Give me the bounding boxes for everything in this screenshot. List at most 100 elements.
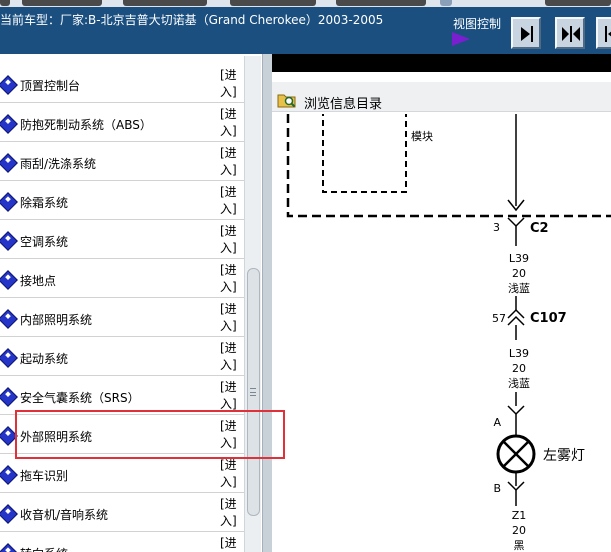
- wire-mid-circuit: L39: [509, 347, 529, 360]
- enter-link[interactable]: [进入]: [220, 184, 242, 218]
- wire-bottom-circuit: Z1: [512, 509, 527, 522]
- blue-diamond-icon: [0, 387, 18, 407]
- top-tab[interactable]: [0, 0, 10, 6]
- module-inner-outline: [322, 114, 407, 193]
- top-tab[interactable]: [230, 0, 316, 6]
- connector-c2-male-icon: [507, 217, 525, 228]
- top-tab[interactable]: [22, 0, 102, 6]
- system-list-item[interactable]: 接地点 [进入]: [0, 259, 244, 298]
- enter-link[interactable]: [进入]: [220, 301, 242, 335]
- lamp-pin-a: A: [493, 416, 501, 429]
- system-list-item[interactable]: 除霜系统 [进入]: [0, 181, 244, 220]
- top-tab[interactable]: [545, 0, 611, 6]
- system-list-item-label[interactable]: 空调系统: [20, 233, 68, 250]
- wire-bottom-gauge: 20: [512, 524, 526, 537]
- system-list-pane: 顶置控制台 [进入] 防抱死制动系统（ABS） [进入] 雨刮/洗涤系统 [进入] 除霜系统…: [0, 54, 262, 552]
- system-list-item[interactable]: 防抱死制动系统（ABS） [进入]: [0, 103, 244, 142]
- wire-mid-color: 浅蓝: [508, 377, 530, 390]
- module-label: 模块: [411, 130, 433, 143]
- blue-diamond-icon: [0, 75, 18, 95]
- system-list-item[interactable]: 安全气囊系统（SRS） [进入]: [0, 376, 244, 415]
- fog-lamp-label: 左雾灯: [543, 448, 585, 464]
- system-list-item-label[interactable]: 顶置控制台: [20, 77, 80, 94]
- connector-c107-pin: 57: [492, 312, 506, 325]
- lamp-pin-b: B: [493, 482, 501, 495]
- blue-diamond-icon: [0, 465, 18, 485]
- right-arrow-to-line-icon: [521, 26, 533, 42]
- system-list-item-label[interactable]: 接地点: [20, 272, 56, 289]
- enter-link[interactable]: [进入]: [220, 223, 242, 257]
- system-list-item-label[interactable]: 除霜系统: [20, 194, 68, 211]
- top-tab-strip: [0, 0, 611, 7]
- view-control-arrow-icon: [452, 32, 470, 46]
- wire-top-circuit: L39: [509, 252, 529, 265]
- connector-c107-name: C107: [530, 311, 567, 326]
- system-list-item-label[interactable]: 转向系统: [20, 545, 68, 552]
- top-tab[interactable]: [440, 0, 452, 6]
- blue-diamond-icon: [0, 348, 18, 368]
- left-arrow-from-line-icon: [605, 26, 611, 42]
- blue-diamond-icon: [0, 114, 18, 134]
- system-list-item-label[interactable]: 安全气囊系统（SRS）: [20, 389, 140, 406]
- system-list-item-label[interactable]: 内部照明系统: [20, 311, 92, 328]
- connector-c2-pin: 3: [493, 221, 500, 234]
- blue-diamond-icon: [0, 153, 18, 173]
- system-list-item-label[interactable]: 外部照明系统: [20, 428, 92, 445]
- viewer-toolbar: 浏览信息目录: [272, 82, 611, 112]
- enter-link[interactable]: [进入]: [220, 379, 242, 413]
- system-list-item-label[interactable]: 收音机/音响系统: [20, 506, 108, 523]
- enter-link[interactable]: [进入]: [220, 340, 242, 374]
- system-list-item[interactable]: 顶置控制台 [进入]: [0, 64, 244, 103]
- enter-link[interactable]: [进入]: [220, 145, 242, 179]
- view-control-label: 视图控制: [453, 17, 502, 31]
- blue-diamond-icon: [0, 270, 18, 290]
- blue-diamond-icon: [0, 543, 18, 552]
- wiring-diagram: 模块 3 C2 L39 20 浅蓝 57 C107 L39 20 浅蓝 A 左雾…: [286, 114, 611, 552]
- system-list-item[interactable]: 转向系统 [进入]: [0, 532, 244, 552]
- system-list-item-label[interactable]: 雨刮/洗涤系统: [20, 155, 96, 172]
- top-tab[interactable]: [336, 0, 426, 6]
- viewer-title-bar: [272, 54, 611, 72]
- system-list-item[interactable]: 空调系统 [进入]: [0, 220, 244, 259]
- top-tab[interactable]: [123, 0, 207, 6]
- connector-c2-name: C2: [530, 221, 549, 236]
- system-list-item[interactable]: 外部照明系统 [进入]: [0, 415, 244, 454]
- diagram-viewer-pane: 浏览信息目录 模块 3 C2 L39 20 浅蓝 57 C107 L39 20 …: [272, 54, 611, 552]
- view-button-split[interactable]: [555, 17, 585, 49]
- browse-catalog-label[interactable]: 浏览信息目录: [304, 93, 382, 112]
- system-list-item[interactable]: 拖车识别 [进入]: [0, 454, 244, 493]
- wire-top-color: 浅蓝: [508, 282, 530, 295]
- lamp-pin-a-connector-icon: [507, 405, 525, 416]
- module-outline: [286, 114, 611, 218]
- system-list-item[interactable]: 收音机/音响系统 [进入]: [0, 493, 244, 532]
- system-list-item-label[interactable]: 起动系统: [20, 350, 68, 367]
- left-right-arrows-icon: [562, 26, 580, 42]
- enter-link[interactable]: [进入]: [220, 496, 242, 530]
- view-button-expand-right[interactable]: [511, 17, 541, 49]
- wire-top-gauge: 20: [512, 267, 526, 280]
- view-button-expand-left[interactable]: [596, 17, 611, 49]
- enter-link[interactable]: [进入]: [220, 457, 242, 491]
- scrollbar-grip-icon: [250, 388, 256, 396]
- browse-catalog-icon[interactable]: [277, 91, 297, 109]
- system-list-item[interactable]: 雨刮/洗涤系统 [进入]: [0, 142, 244, 181]
- system-list-item[interactable]: 起动系统 [进入]: [0, 337, 244, 376]
- enter-link[interactable]: [进入]: [220, 106, 242, 140]
- system-list-item-label[interactable]: 拖车识别: [20, 467, 68, 484]
- blue-diamond-icon: [0, 426, 18, 446]
- system-list-item-label[interactable]: 防抱死制动系统（ABS）: [20, 116, 152, 133]
- blue-diamond-icon: [0, 309, 18, 329]
- pane-splitter[interactable]: [262, 54, 272, 552]
- enter-link[interactable]: [进入]: [220, 418, 242, 452]
- wire-mid-gauge: 20: [512, 362, 526, 375]
- blue-diamond-icon: [0, 504, 18, 524]
- system-list-item[interactable]: 内部照明系统 [进入]: [0, 298, 244, 337]
- current-vehicle-label: 当前车型：厂家:B-北京吉普大切诺基（Grand Cherokee）2003-2…: [0, 13, 384, 27]
- wire-bottom-color: 黑: [514, 539, 525, 552]
- connector-c107-female-icon: [507, 315, 525, 326]
- enter-link[interactable]: [进入]: [220, 535, 242, 552]
- enter-link[interactable]: [进入]: [220, 262, 242, 296]
- app-header: 当前车型：厂家:B-北京吉普大切诺基（Grand Cherokee）2003-2…: [0, 0, 611, 54]
- enter-link[interactable]: [进入]: [220, 67, 242, 101]
- blue-diamond-icon: [0, 192, 18, 212]
